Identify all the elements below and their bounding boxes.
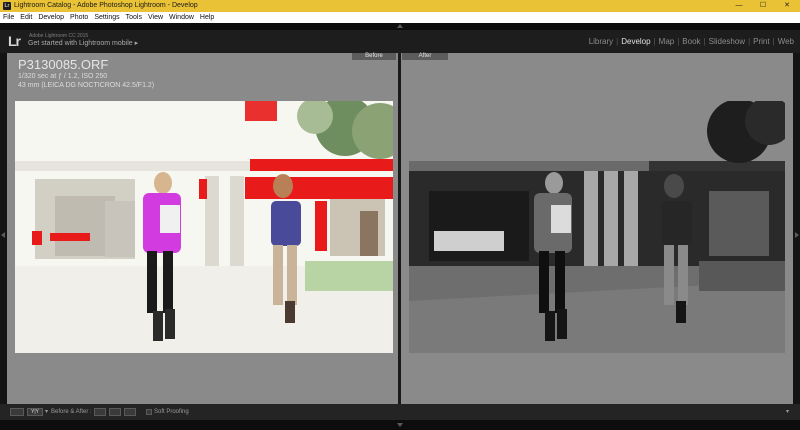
filmstrip-toggle-strip[interactable] [0, 420, 800, 430]
module-separator: | [677, 37, 680, 46]
after-label: After [402, 53, 448, 60]
module-book[interactable]: Book [682, 37, 700, 46]
copy-before-to-after-button[interactable] [94, 408, 106, 416]
module-slideshow[interactable]: Slideshow [709, 37, 745, 46]
module-separator: | [653, 37, 656, 46]
menu-view[interactable]: View [145, 12, 166, 23]
mobile-promo-link[interactable]: Get started with Lightroom mobile ▸ [28, 39, 138, 47]
clipping-warning-overlay [250, 159, 393, 171]
module-picker: Library | Develop | Map | Book | Slideshow | Print… [589, 37, 794, 46]
menu-bar: File Edit Develop Photo Settings Tools View Win… [0, 12, 800, 23]
menu-photo[interactable]: Photo [67, 12, 91, 23]
collapse-up-arrow-icon[interactable] [397, 24, 403, 28]
photo-exposure: 1/320 sec at ƒ / 1.2, ISO 250 [18, 73, 108, 80]
before-after-label: Before & After : [51, 409, 92, 415]
photo-lens: 43 mm (LEICA DG NOCTICRON 42.5/F1.2) [18, 82, 155, 89]
toolbar-menu-icon[interactable]: ▾ [786, 409, 789, 416]
after-photo-image [409, 101, 785, 353]
left-panel-toggle-icon[interactable] [1, 232, 5, 238]
view-mode-dropdown-icon[interactable]: ▾ [45, 409, 48, 416]
photo-filename: P3130085.ORF [18, 57, 109, 72]
after-photo[interactable] [409, 101, 785, 353]
identity-plate: Lr Adobe Lightroom CC 2015 Get started w… [0, 30, 800, 53]
lightroom-app-icon: Lr [3, 2, 11, 10]
loupe-view-button[interactable] [10, 408, 24, 416]
menu-edit[interactable]: Edit [17, 12, 35, 23]
expand-down-arrow-icon[interactable] [397, 423, 403, 427]
maximize-button[interactable]: ☐ [751, 0, 775, 12]
swap-before-after-button[interactable] [124, 408, 136, 416]
module-web[interactable]: Web [778, 37, 794, 46]
module-separator: | [703, 37, 706, 46]
close-button[interactable]: ✕ [775, 0, 799, 12]
minimize-button[interactable]: — [727, 0, 751, 12]
before-after-view-button[interactable]: Y|Y [27, 408, 43, 416]
module-separator: | [772, 37, 775, 46]
lightroom-logo: Lr [8, 33, 21, 49]
module-separator: | [748, 37, 751, 46]
right-panel-toggle-icon[interactable] [795, 232, 799, 238]
window-titlebar: Lr Lightroom Catalog - Adobe Photoshop L… [0, 0, 800, 12]
before-photo-image [15, 101, 393, 353]
module-develop[interactable]: Develop [621, 37, 650, 46]
module-print[interactable]: Print [753, 37, 769, 46]
copy-after-to-before-button[interactable] [109, 408, 121, 416]
menu-file[interactable]: File [0, 12, 17, 23]
photo-info-overlay: P3130085.ORF 1/320 sec at ƒ / 1.2, ISO 2… [18, 58, 154, 90]
top-panel-toggle-strip[interactable] [0, 23, 800, 30]
before-label: Before [352, 53, 396, 60]
menu-window[interactable]: Window [166, 12, 197, 23]
soft-proofing-label: Soft Proofing [154, 409, 189, 415]
split-divider [398, 53, 401, 404]
develop-toolbar: Y|Y ▾ Before & After : Soft Proofing ▾ [0, 404, 800, 420]
module-map[interactable]: Map [659, 37, 675, 46]
window-title: Lightroom Catalog - Adobe Photoshop Ligh… [14, 2, 198, 9]
menu-help[interactable]: Help [197, 12, 217, 23]
menu-settings[interactable]: Settings [91, 12, 122, 23]
soft-proofing-checkbox[interactable] [146, 409, 152, 415]
menu-tools[interactable]: Tools [123, 12, 145, 23]
module-library[interactable]: Library [589, 37, 613, 46]
menu-develop[interactable]: Develop [35, 12, 67, 23]
before-photo[interactable] [15, 101, 393, 353]
module-separator: | [616, 37, 619, 46]
